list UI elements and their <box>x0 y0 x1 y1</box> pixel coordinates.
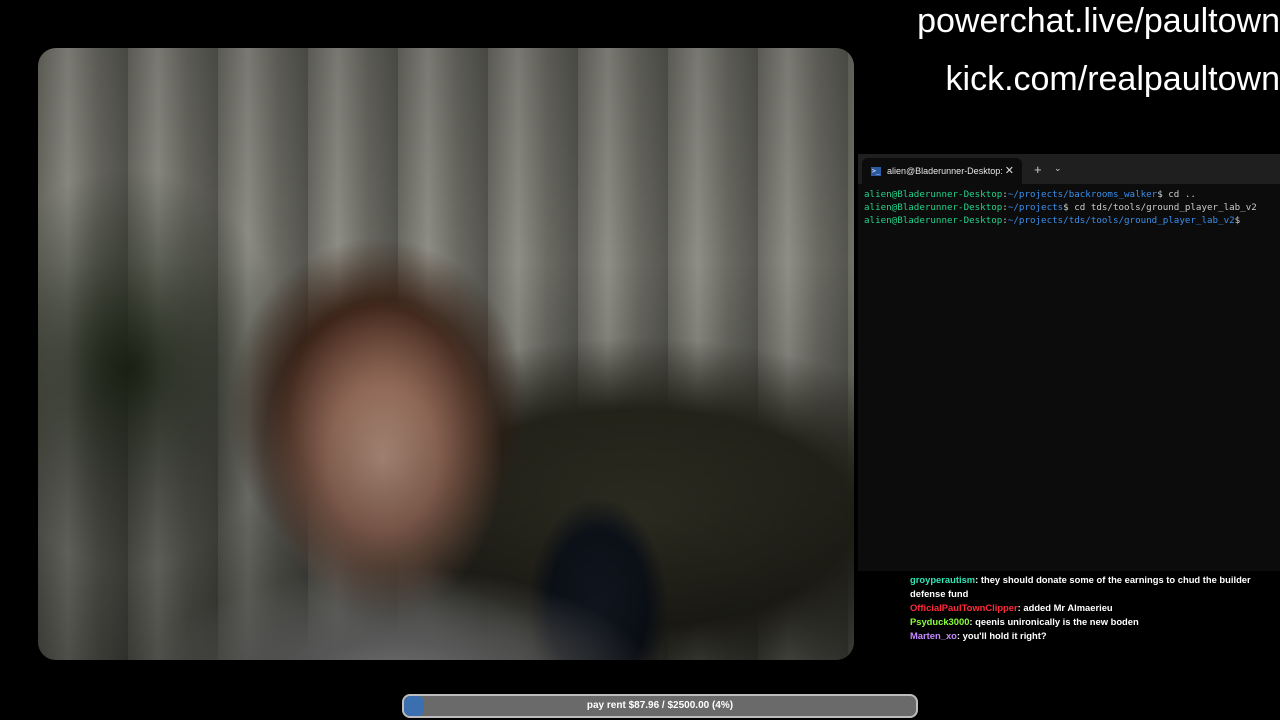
terminal-output[interactable]: alien@Bladerunner-Desktop:~/projects/bac… <box>858 184 1280 231</box>
donation-goal-label: pay rent $87.96 / $2500.00 (4%) <box>586 700 734 711</box>
terminal-line: alien@Bladerunner-Desktop:~/projects/bac… <box>864 188 1274 201</box>
chat-username: groyperautism <box>910 574 976 585</box>
chat-message: Marten_xo: you'll hold it right? <box>910 630 1047 641</box>
powershell-icon: >_ <box>871 166 881 176</box>
terminal-line: alien@Bladerunner-Desktop:~/projects$ cd… <box>864 201 1274 214</box>
terminal-tab-title: alien@Bladerunner-Desktop: <box>887 166 1003 176</box>
prompt-path: ~/projects/backrooms_walker <box>1007 189 1158 200</box>
powerchat-link: powerchat.live/paultown <box>917 2 1280 40</box>
kick-link: kick.com/realpaultown <box>945 60 1280 98</box>
close-icon[interactable]: ✕ <box>1005 164 1014 177</box>
chat-username: OfficialPaulTownClipper <box>910 602 1018 613</box>
chat-username: Psyduck3000 <box>910 616 970 627</box>
chat-overlay: groyperautism: they should donate some o… <box>910 573 1272 643</box>
terminal-line: alien@Bladerunner-Desktop:~/projects/tds… <box>864 214 1274 227</box>
donation-goal-bar: pay rent $87.96 / $2500.00 (4%) <box>402 694 918 718</box>
prompt-command: $ cd .. <box>1157 189 1196 200</box>
webcam-feed <box>38 48 854 660</box>
chat-message: groyperautism: they should donate some o… <box>910 574 1251 599</box>
prompt-path: ~/projects/tds/tools/ground_player_lab_v… <box>1007 215 1235 226</box>
terminal-window[interactable]: >_ alien@Bladerunner-Desktop: ✕ + ⌄ alie… <box>858 154 1280 571</box>
prompt-user: alien@Bladerunner-Desktop <box>864 215 1003 226</box>
prompt-user: alien@Bladerunner-Desktop <box>864 189 1003 200</box>
chat-message: OfficialPaulTownClipper: added Mr Almaer… <box>910 602 1113 613</box>
prompt-path: ~/projects <box>1007 202 1064 213</box>
chat-text: qeenis unironically is the new boden <box>975 616 1139 627</box>
new-tab-button[interactable]: + <box>1034 162 1042 177</box>
terminal-tab-bar: >_ alien@Bladerunner-Desktop: ✕ + ⌄ <box>858 154 1280 184</box>
chat-username: Marten_xo <box>910 630 957 641</box>
prompt-command: $ cd tds/tools/ground_player_lab_v2 <box>1063 202 1257 213</box>
chat-text: added Mr Almaerieu <box>1023 602 1113 613</box>
prompt-command: $ <box>1234 215 1241 226</box>
terminal-tab[interactable]: >_ alien@Bladerunner-Desktop: ✕ <box>862 158 1022 184</box>
chevron-down-icon[interactable]: ⌄ <box>1054 163 1062 174</box>
chat-message: Psyduck3000: qeenis unironically is the … <box>910 616 1139 627</box>
chat-text: you'll hold it right? <box>962 630 1047 641</box>
prompt-user: alien@Bladerunner-Desktop <box>864 202 1003 213</box>
